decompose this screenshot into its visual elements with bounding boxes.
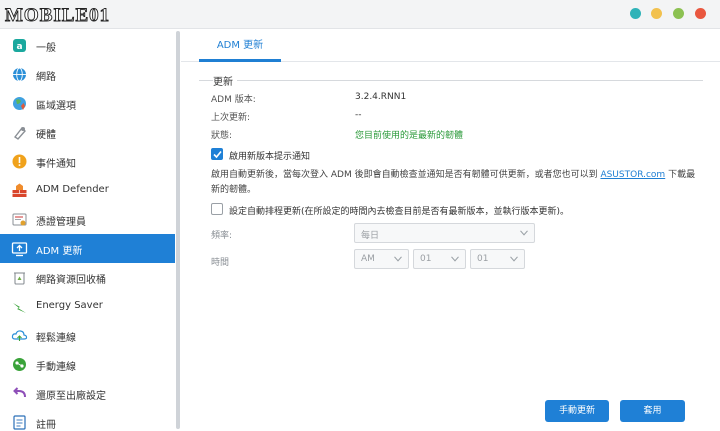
general-icon: a: [11, 37, 28, 54]
time-minute-value: 01: [477, 254, 489, 264]
register-icon: [11, 414, 28, 431]
sidebar-item-label: 手動連線: [36, 362, 76, 373]
section-divider: [199, 80, 703, 81]
region-globe-icon: [11, 95, 28, 112]
manual-update-button[interactable]: 手動更新: [545, 400, 609, 422]
sidebar-item-label: 註冊: [36, 420, 56, 431]
sidebar-item-label: 一般: [36, 43, 56, 54]
sidebar-item-globe[interactable]: 網路: [0, 60, 175, 89]
update-icon: [11, 240, 28, 257]
sidebar-item-label: 憑證管理員: [36, 217, 86, 228]
sidebar-item-general[interactable]: a 一般: [0, 31, 175, 60]
sidebar-item-register[interactable]: 註冊: [0, 408, 175, 431]
chevron-down-icon: [520, 230, 528, 236]
schedule-update-checkbox[interactable]: [211, 203, 223, 215]
sidebar-scrollbar-thumb[interactable]: [176, 31, 180, 429]
window-control-teal[interactable]: [630, 8, 641, 19]
chevron-down-icon: [451, 256, 459, 262]
sidebar-item-label: 事件通知: [36, 159, 76, 170]
status-value: 您目前使用的是最新的韌體: [355, 131, 464, 141]
time-minute-select[interactable]: 01: [470, 249, 525, 269]
status-label: 狀態:: [211, 131, 233, 141]
last-update-label: 上次更新:: [211, 113, 251, 123]
sidebar-item-label: 還原至出廠設定: [36, 391, 106, 402]
sidebar-item-label: 區域選項: [36, 101, 76, 112]
auto-update-description: 啟用自動更新後，當每次登入 ADM 後即會自動檢查並通知是否有韌體可供更新，或者…: [211, 168, 701, 198]
sidebar-item-label: 網路資源回收桶: [36, 275, 106, 286]
sidebar-item-manual-connect[interactable]: 手動連線: [0, 350, 175, 379]
adm-version-label: ADM 版本:: [211, 95, 256, 105]
manual-connect-icon: [11, 356, 28, 373]
tab-adm-update[interactable]: ADM 更新: [199, 29, 281, 62]
sidebar-item-label: 網路: [36, 72, 56, 83]
sidebar-item-label: ADM Defender: [36, 184, 109, 195]
chevron-down-icon: [394, 256, 402, 262]
asustor-link[interactable]: ASUSTOR.com: [600, 170, 665, 180]
section-title: 更新: [213, 73, 237, 88]
sidebar-item-alert[interactable]: 事件通知: [0, 147, 175, 176]
tab-bar: ADM 更新: [181, 29, 720, 62]
firewall-icon: [11, 182, 28, 199]
sidebar-item-region-globe[interactable]: 區域選項: [0, 89, 175, 118]
apply-button[interactable]: 套用: [620, 400, 685, 422]
enable-notify-checkbox[interactable]: [211, 148, 223, 160]
frequency-select[interactable]: 每日: [354, 223, 535, 243]
alert-icon: [11, 153, 28, 170]
adm-version-value: 3.2.4.RNN1: [355, 92, 407, 102]
sidebar-item-label: 輕鬆連線: [36, 333, 76, 344]
sidebar-item-label: 硬體: [36, 130, 56, 141]
time-ampm-value: AM: [361, 254, 375, 264]
sidebar-item-restore[interactable]: 還原至出廠設定: [0, 379, 175, 408]
time-hour-select[interactable]: 01: [413, 249, 466, 269]
time-hour-value: 01: [420, 254, 432, 264]
time-label: 時間: [211, 258, 230, 268]
globe-icon: [11, 66, 28, 83]
sidebar-item-recycle-bin[interactable]: 網路資源回收桶: [0, 263, 175, 292]
window-control-green[interactable]: [673, 8, 684, 19]
frequency-select-value: 每日: [361, 231, 380, 241]
chevron-down-icon: [510, 256, 518, 262]
window-control-yellow[interactable]: [651, 8, 662, 19]
sidebar-item-update[interactable]: ADM 更新: [0, 234, 175, 263]
enable-notify-label: 啟用新版本提示通知: [229, 152, 311, 162]
time-ampm-select[interactable]: AM: [354, 249, 409, 269]
window-control-close[interactable]: [695, 8, 706, 19]
cloud-connect-icon: [11, 327, 28, 344]
recycle-bin-icon: [11, 269, 28, 286]
energy-icon: [11, 298, 28, 315]
sidebar-item-label: ADM 更新: [36, 246, 83, 257]
sidebar-item-firewall[interactable]: ADM Defender: [0, 176, 175, 205]
sidebar-item-hardware[interactable]: 硬體: [0, 118, 175, 147]
check-icon: [213, 150, 222, 159]
hardware-icon: [11, 124, 28, 141]
main-panel: ADM 更新 更新 ADM 版本: 3.2.4.RNN1 上次更新: -- 狀態…: [181, 29, 720, 431]
restore-icon: [11, 385, 28, 402]
sidebar-item-cloud-connect[interactable]: 輕鬆連線: [0, 321, 175, 350]
last-update-value: --: [355, 110, 362, 120]
window-titlebar: MOBILE01: [0, 0, 720, 29]
active-tab-indicator: [199, 59, 281, 62]
frequency-label: 頻率:: [211, 231, 233, 241]
description-text: 啟用自動更新後，當每次登入 ADM 後即會自動檢查並通知是否有韌體可供更新，或者…: [211, 170, 601, 180]
svg-text:MOBILE01: MOBILE01: [5, 5, 110, 26]
certificate-icon: [11, 211, 28, 228]
sidebar-item-certificate[interactable]: 憑證管理員: [0, 205, 175, 234]
sidebar-item-label: Energy Saver: [36, 300, 103, 311]
svg-text:a: a: [16, 42, 22, 52]
schedule-update-label: 設定自動排程更新(在所設定的時間內去檢查目前是否有最新版本，並執行版本更新)。: [229, 207, 570, 217]
sidebar-item-energy[interactable]: Energy Saver: [0, 292, 175, 321]
settings-sidebar: a 一般網路區域選項硬體事件通知 ADM Defender 憑證管理員 ADM 更新網路…: [0, 29, 175, 431]
